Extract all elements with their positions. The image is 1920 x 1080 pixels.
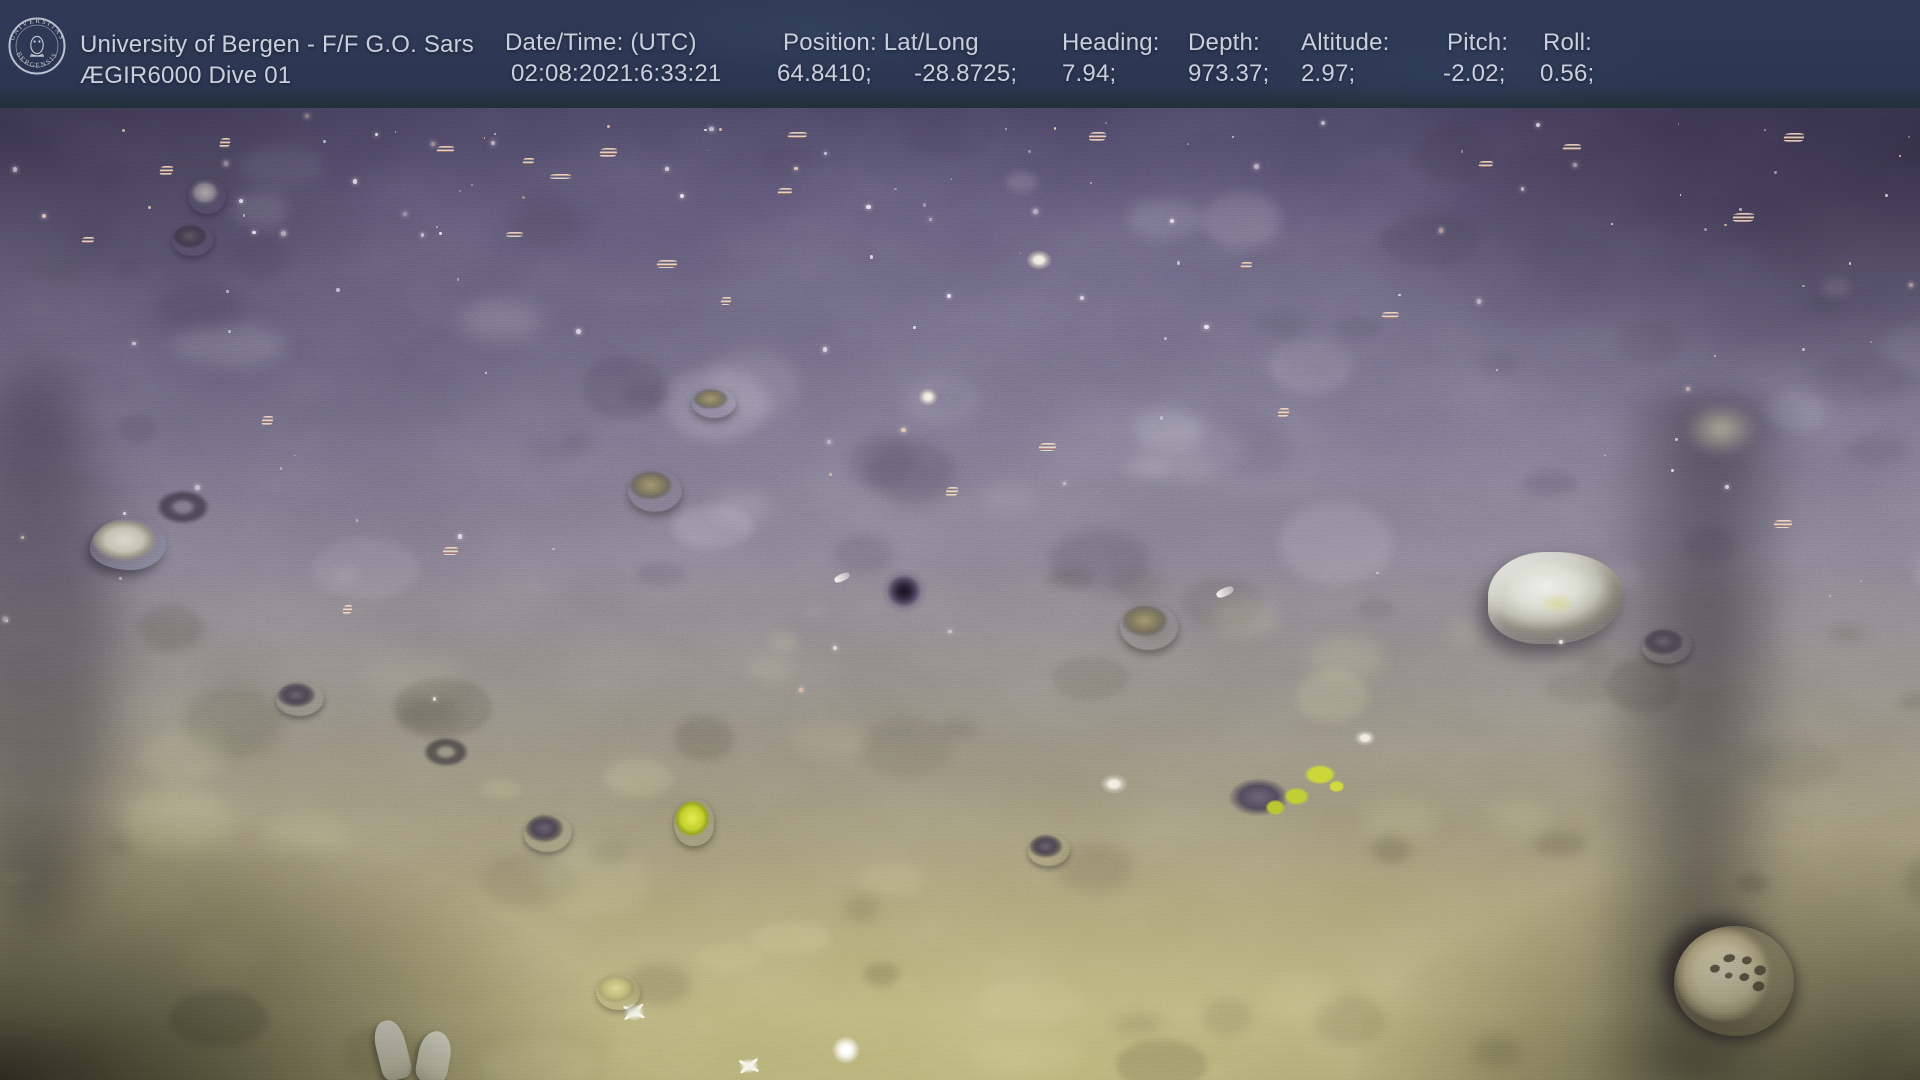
telemetry-header-bar: UNIVERSITAS BERGENSIS University of Berg… — [0, 0, 1920, 108]
depth-value: 973.37; — [1188, 60, 1269, 88]
position-label: Position: Lat/Long — [783, 29, 979, 57]
owl-icon — [30, 36, 44, 56]
svg-text:UNIVERSITAS: UNIVERSITAS — [8, 17, 66, 42]
university-of-bergen-seal-icon: UNIVERSITAS BERGENSIS — [7, 16, 67, 76]
roll-label: Roll: — [1543, 29, 1592, 57]
altitude-value: 2.97; — [1301, 60, 1355, 88]
depth-label: Depth: — [1188, 29, 1260, 57]
scanlines-overlay — [0, 108, 1920, 1080]
roll-value: 0.56; — [1540, 60, 1594, 88]
seal-text-top: UNIVERSITAS — [8, 17, 66, 42]
longitude-value: -28.8725; — [914, 60, 1017, 88]
rov-video-frame: UNIVERSITAS BERGENSIS University of Berg… — [0, 0, 1920, 1080]
heading-value: 7.94; — [1062, 60, 1116, 88]
heading-label: Heading: — [1062, 29, 1160, 57]
datetime-label: Date/Time: (UTC) — [505, 29, 697, 57]
pitch-label: Pitch: — [1447, 29, 1508, 57]
altitude-label: Altitude: — [1301, 29, 1390, 57]
vessel-title: University of Bergen - F/F G.O. Sars — [80, 31, 474, 59]
latitude-value: 64.8410; — [777, 60, 872, 88]
datetime-value: 02:08:2021:6:33:21 — [511, 60, 721, 88]
pitch-value: -2.02; — [1443, 60, 1506, 88]
seafloor-scene — [0, 108, 1920, 1080]
dive-title: ÆGIR6000 Dive 01 — [80, 62, 291, 90]
